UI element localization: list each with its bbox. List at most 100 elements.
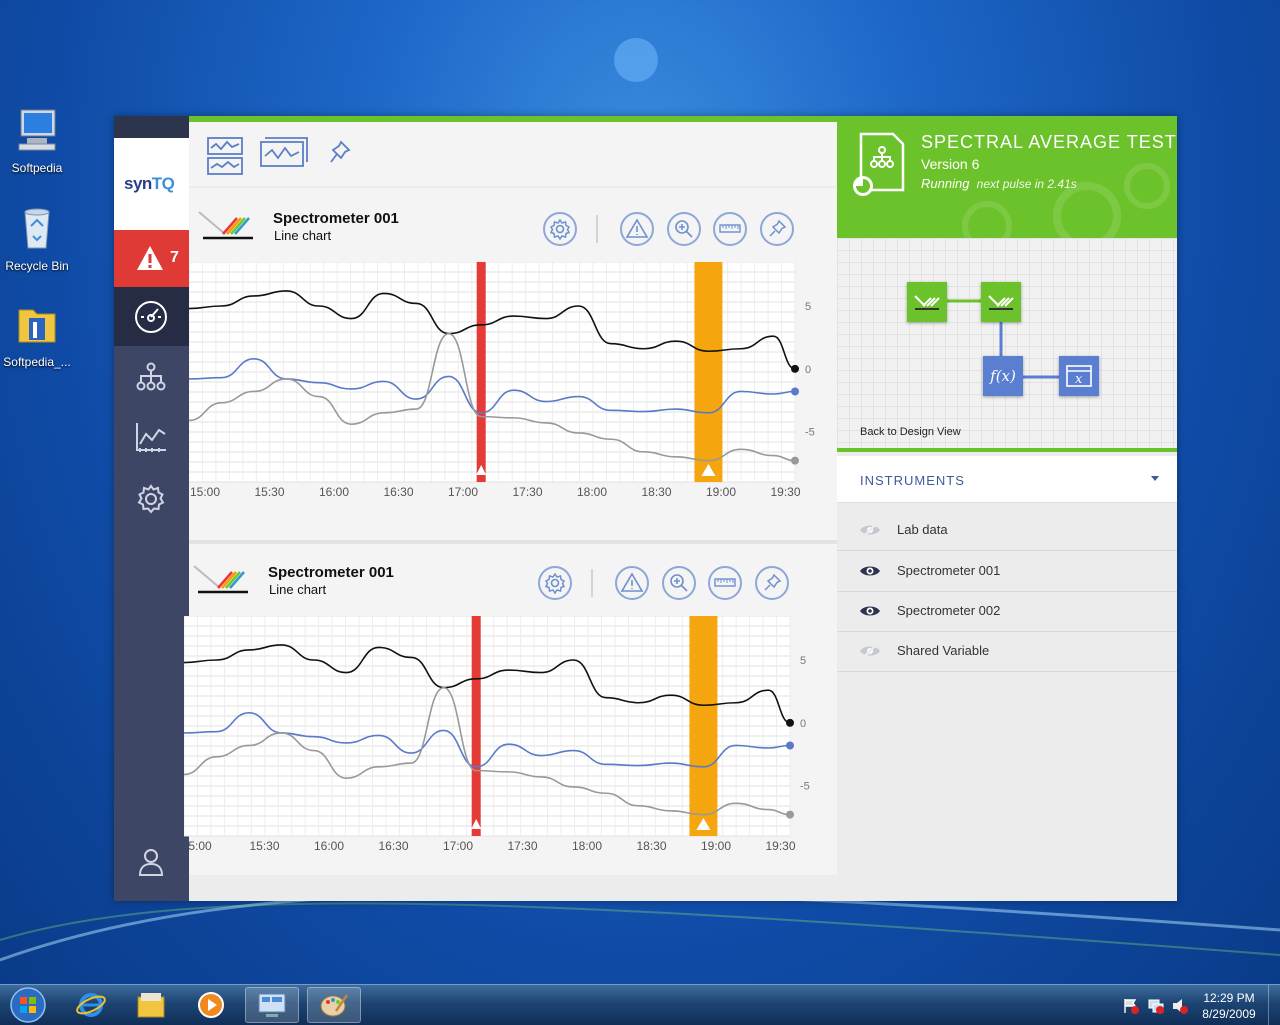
x-tick-label: 16:30 xyxy=(383,485,413,499)
settings-gear-icon xyxy=(544,572,566,595)
syntq-window: synTQ 7 Spectrometer 001 Line chart 5 0 … xyxy=(114,116,1177,901)
pin-icon[interactable] xyxy=(329,140,351,166)
line-chart-2[interactable]: 5 0 -5 5:00 15:30 16:00 16:30 17:00 17:30 18:00 18… xyxy=(184,616,832,876)
chart-settings-button[interactable] xyxy=(543,212,577,246)
x-tick-label: 17:00 xyxy=(443,839,473,853)
chart-ruler-button[interactable] xyxy=(713,212,747,246)
x-tick-label: 18:30 xyxy=(641,485,671,499)
instrument-row-shared-variable[interactable]: Shared Variable xyxy=(837,631,1177,672)
chart-panel-2: Spectrometer 001 Line chart 5 0 -5 5:00 15:3… xyxy=(184,540,837,875)
analytics-chart-icon[interactable] xyxy=(132,418,170,456)
y-tick-label: -5 xyxy=(800,781,810,793)
x-tick-label: 19:00 xyxy=(706,485,736,499)
eye-visible-icon[interactable] xyxy=(859,563,881,579)
logo-prefix: syn xyxy=(124,174,152,193)
action-center-flag-icon[interactable] xyxy=(1122,997,1140,1015)
taskbar: 12:29 PM 8/29/2009 xyxy=(0,984,1280,1025)
toolbar-separator xyxy=(591,569,593,597)
output-node-label: x xyxy=(1075,372,1083,387)
desktop-icon-recycle-bin[interactable]: Recycle Bin xyxy=(1,204,73,273)
alert-count-badge: 7 xyxy=(170,249,179,266)
design-preview[interactable]: f(x) x Back to Design View xyxy=(837,238,1177,452)
syntq-logo[interactable]: synTQ xyxy=(124,174,175,194)
eye-visible-icon[interactable] xyxy=(859,603,881,619)
hierarchy-icon[interactable] xyxy=(132,358,170,396)
instrument-row-spectrometer-002[interactable]: Spectrometer 002 xyxy=(837,591,1177,632)
clock-time: 12:29 PM xyxy=(1203,991,1255,1005)
alarm-marker[interactable] xyxy=(471,616,481,836)
sidebar-item-dashboard[interactable] xyxy=(114,287,189,346)
spectrometer-icon xyxy=(988,295,1014,310)
x-tick-label: 19:30 xyxy=(770,485,800,499)
volume-muted-icon[interactable] xyxy=(1171,997,1189,1015)
spectrometer-node-2[interactable] xyxy=(981,282,1021,322)
start-button-icon[interactable] xyxy=(6,985,50,1025)
user-profile-icon[interactable] xyxy=(132,843,170,881)
network-icon[interactable] xyxy=(1147,997,1165,1015)
settings-gear-icon[interactable] xyxy=(132,480,170,518)
alarm-marker[interactable] xyxy=(476,262,486,482)
paint-palette-icon xyxy=(320,994,349,1017)
series-end-point xyxy=(791,364,799,373)
test-status-line: Running next pulse in 2.41s xyxy=(921,176,1077,191)
x-tick-label: 17:30 xyxy=(512,485,542,499)
instrument-label: Lab data xyxy=(897,522,948,537)
warning-icon xyxy=(625,218,649,238)
chart-subtitle: Line chart xyxy=(269,582,327,597)
chart-panel-1: Spectrometer 001 Line chart 5 0 -5 15:00 15:… xyxy=(189,188,837,540)
instruments-dropdown[interactable]: INSTRUMENTS xyxy=(837,456,1177,503)
x-tick-label: 15:30 xyxy=(254,485,284,499)
single-chart-view-icon[interactable] xyxy=(259,136,309,170)
eye-hidden-icon[interactable] xyxy=(859,522,881,538)
taskbar-explorer[interactable] xyxy=(124,987,178,1023)
desktop-icon-softpedia[interactable]: Softpedia xyxy=(1,106,73,175)
desktop-icon-softpedia-folder[interactable]: Softpedia_... xyxy=(1,300,73,369)
line-chart-1[interactable]: 5 0 -5 15:00 15:30 16:00 16:30 17:00 17:30 18:00 1… xyxy=(189,262,837,522)
chart-ruler-button[interactable] xyxy=(708,566,742,600)
instrument-row-spectrometer-001[interactable]: Spectrometer 001 xyxy=(837,551,1177,592)
eye-hidden-icon[interactable] xyxy=(859,643,881,659)
x-tick-label: 18:30 xyxy=(636,839,666,853)
taskbar-syntq-app[interactable] xyxy=(245,987,299,1023)
view-toolbar xyxy=(189,116,837,186)
function-node[interactable]: f(x) xyxy=(983,356,1023,396)
chart-pin-button[interactable] xyxy=(760,212,794,246)
sidebar-top-strip xyxy=(114,116,189,138)
series-end-point xyxy=(791,456,799,465)
chart-subtitle: Line chart xyxy=(274,228,332,243)
folder-icon xyxy=(18,309,56,343)
chart-zoom-button[interactable] xyxy=(662,566,696,600)
warning-marker[interactable] xyxy=(689,616,718,836)
instrument-row-lab-data[interactable]: Lab data xyxy=(837,510,1177,551)
control-panel-icon xyxy=(258,993,286,1017)
chart-alarms-button[interactable] xyxy=(620,212,654,246)
chart-settings-button[interactable] xyxy=(538,566,572,600)
sidebar: synTQ 7 xyxy=(114,116,189,901)
x-tick-label: 17:00 xyxy=(448,485,478,499)
spectrometer-node-1[interactable] xyxy=(907,282,947,322)
y-tick-label: 5 xyxy=(800,655,806,667)
warning-marker[interactable] xyxy=(694,262,723,482)
taskbar-paint[interactable] xyxy=(307,987,361,1023)
series-end-point xyxy=(791,387,799,396)
x-tick-label: 19:00 xyxy=(701,839,731,853)
chevron-down-icon xyxy=(1151,476,1159,481)
output-node[interactable]: x xyxy=(1059,356,1099,396)
show-desktop-button[interactable] xyxy=(1268,985,1280,1025)
design-connectors xyxy=(947,299,1059,379)
test-title: SPECTRAL AVERAGE TEST xyxy=(921,132,1177,152)
test-header: SPECTRAL AVERAGE TEST Version 6 Running … xyxy=(837,116,1177,238)
taskbar-internet-explorer[interactable] xyxy=(64,987,118,1023)
recycle-bin-icon xyxy=(24,208,50,249)
system-clock[interactable]: 12:29 PM 8/29/2009 xyxy=(1194,990,1264,1022)
chart-zoom-button[interactable] xyxy=(667,212,701,246)
folder-icon xyxy=(137,993,165,1018)
back-to-design-view-link[interactable]: Back to Design View xyxy=(860,426,961,438)
x-tick-label: 16:00 xyxy=(319,485,349,499)
series-end-point xyxy=(786,810,794,819)
chart-pin-button[interactable] xyxy=(755,566,789,600)
x-tick-label: 19:30 xyxy=(765,839,795,853)
chart-alarms-button[interactable] xyxy=(615,566,649,600)
taskbar-media-player[interactable] xyxy=(184,987,238,1023)
stacked-charts-view-icon[interactable] xyxy=(206,136,244,176)
